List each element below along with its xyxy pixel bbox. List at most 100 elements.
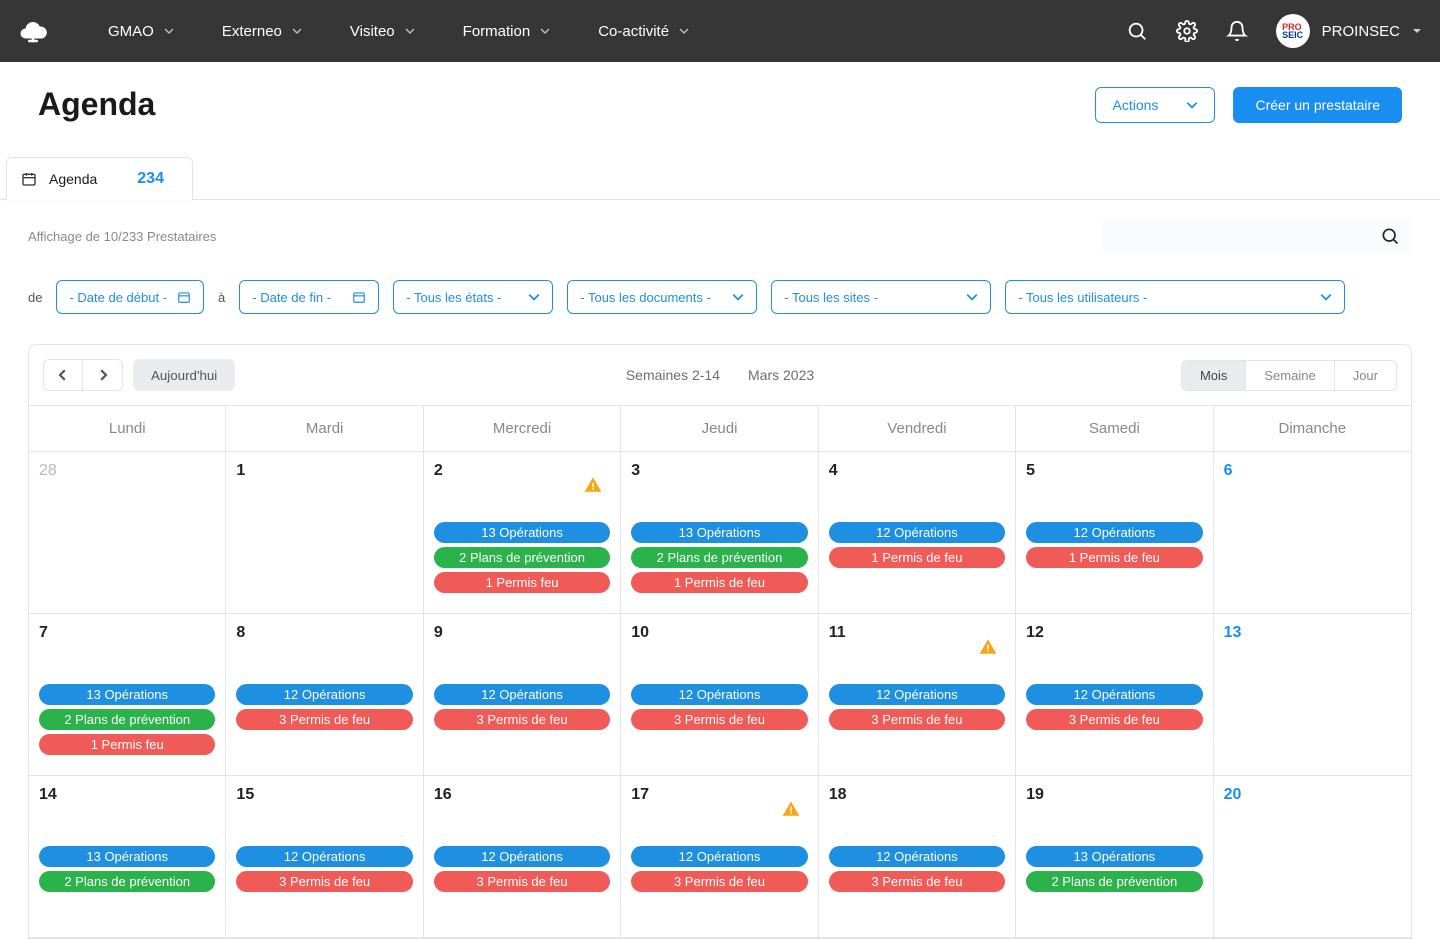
event-pill[interactable]: 2 Plans de prévention [39,871,215,892]
day-cell[interactable]: 812 Opérations3 Permis de feu [226,614,423,776]
day-cell[interactable]: 20 [1214,776,1411,938]
event-pill[interactable]: 12 Opérations [631,846,807,867]
day-cell[interactable]: 18 12 Opérations 3 Permis de feu [819,776,1016,938]
view-semaine[interactable]: Semaine [1245,361,1333,390]
day-cell[interactable]: 10 12 Opérations 3 Permis de feu [621,614,818,776]
event-pill[interactable]: 12 Opérations [434,684,610,705]
event-pill[interactable]: 12 Opérations [236,684,412,705]
event-pill[interactable]: 3 Permis de feu [236,871,412,892]
dayhead: Mardi [226,406,423,452]
event-pill[interactable]: 3 Permis de feu [829,871,1005,892]
actions-dropdown[interactable]: Actions [1095,87,1215,123]
create-prestataire-button[interactable]: Créer un prestataire [1233,87,1402,123]
event-pill[interactable]: 2 Plans de prévention [39,709,215,730]
prev-button[interactable] [43,359,83,391]
day-cell[interactable]: 14 13 Opérations 2 Plans de prévention [29,776,226,938]
day-cell[interactable]: 512 Opérations1 Permis de feu [1016,452,1213,614]
event-pill[interactable]: 12 Opérations [829,522,1005,543]
event-pill[interactable]: 1 Permis feu [39,734,215,755]
day-number: 19 [1026,786,1202,804]
day-cell[interactable]: 7 13 Opérations 2 Plans de prévention 1 Per… [29,614,226,776]
event-pill[interactable]: 13 Opérations [39,846,215,867]
event-pill[interactable]: 12 Opérations [1026,522,1202,543]
bell-icon[interactable] [1226,20,1248,42]
event-pill[interactable]: 2 Plans de prévention [434,547,610,568]
nav-item-gmao[interactable]: GMAO [88,17,194,46]
day-cell[interactable]: 3 13 Opérations 2 Plans de prévention 1 Per… [621,452,818,614]
tab-count: 234 [137,170,164,188]
event-pill[interactable]: 3 Permis de feu [829,709,1005,730]
day-cell[interactable]: 19 13 Opérations 2 Plans de prévention [1016,776,1213,938]
event-pill[interactable]: 3 Permis de feu [631,709,807,730]
event-pill[interactable]: 1 Permis de feu [829,547,1005,568]
filter-states[interactable]: - Tous les états - [393,280,553,314]
event-pill[interactable]: 2 Plans de prévention [631,547,807,568]
nav-item-externeo[interactable]: Externeo [202,17,322,46]
nav-item-formation[interactable]: Formation [443,17,571,46]
filter-sites[interactable]: - Tous les sites - [771,280,991,314]
event-pill[interactable]: 12 Opérations [434,846,610,867]
day-cell[interactable]: 1612 Opérations3 Permis de feu [424,776,621,938]
event-pill[interactable]: 12 Opérations [236,846,412,867]
event-pill[interactable]: 1 Permis de feu [631,572,807,593]
event-pill[interactable]: 3 Permis de feu [631,871,807,892]
day-cell[interactable]: 15 12 Opérations 3 Permis de feu [226,776,423,938]
day-number: 4 [829,462,1005,480]
today-button[interactable]: Aujourd'hui [133,359,235,391]
event-pill[interactable]: 13 Opérations [1026,846,1202,867]
day-number: 1 [236,462,412,480]
day-number: 18 [829,786,1005,804]
month-label: Mars 2023 [748,367,814,383]
calendar-toolbar: Aujourd'hui Semaines 2-14 Mars 2023 Mois… [29,345,1411,406]
filter-users[interactable]: - Tous les utilisateurs - [1005,280,1345,314]
day-number: 13 [1224,624,1401,642]
day-cell[interactable]: 1712 Opérations3 Permis de feu [621,776,818,938]
day-cell[interactable]: 6 [1214,452,1411,614]
event-pill[interactable]: 3 Permis de feu [434,871,610,892]
user-menu[interactable]: PROSEIC PROINSEC [1276,14,1422,48]
top-nav: GMAOExterneoVisiteoFormationCo-activité … [0,0,1440,62]
dayhead: Vendredi [819,406,1016,452]
event-pill[interactable]: 3 Permis de feu [434,709,610,730]
day-number: 10 [631,624,807,642]
day-cell[interactable]: 28 [29,452,226,614]
day-cell[interactable]: 4 12 Opérations 1 Permis de feu [819,452,1016,614]
event-pill[interactable]: 2 Plans de prévention [1026,871,1202,892]
day-cell[interactable]: 1112 Opérations3 Permis de feu [819,614,1016,776]
dayhead: Lundi [29,406,226,452]
filter-end-date[interactable]: - Date de fin - [239,280,379,314]
search-icon[interactable] [1126,20,1148,42]
page-header: Agenda Actions Créer un prestataire [0,62,1440,129]
next-button[interactable] [83,359,123,391]
day-cell[interactable]: 13 [1214,614,1411,776]
day-cell[interactable]: 213 Opérations2 Plans de prévention1 Per… [424,452,621,614]
event-pill[interactable]: 13 Opérations [434,522,610,543]
event-pill[interactable]: 3 Permis de feu [1026,709,1202,730]
view-mois[interactable]: Mois [1182,361,1245,390]
event-pill[interactable]: 12 Opérations [631,684,807,705]
tab-agenda[interactable]: Agenda 234 [6,157,193,200]
event-pill[interactable]: 12 Opérations [829,684,1005,705]
event-pill[interactable]: 13 Opérations [631,522,807,543]
day-cell[interactable]: 912 Opérations3 Permis de feu [424,614,621,776]
view-jour[interactable]: Jour [1334,361,1396,390]
event-pill[interactable]: 12 Opérations [1026,684,1202,705]
search-input[interactable] [1102,218,1412,254]
day-number: 3 [631,462,807,480]
filter-documents[interactable]: - Tous les documents - [567,280,757,314]
filter-start-date[interactable]: - Date de début - [56,280,204,314]
settings-icon[interactable] [1176,20,1198,42]
event-pill[interactable]: 1 Permis de feu [1026,547,1202,568]
user-name: PROINSEC [1322,23,1400,40]
event-pill[interactable]: 1 Permis feu [434,572,610,593]
event-pill[interactable]: 12 Opérations [829,846,1005,867]
nav-item-co-activité[interactable]: Co-activité [578,17,709,46]
day-cell[interactable]: 1 [226,452,423,614]
day-cell[interactable]: 1212 Opérations3 Permis de feu [1016,614,1213,776]
day-number: 14 [39,786,215,804]
day-number: 7 [39,624,215,642]
event-pill[interactable]: 13 Opérations [39,684,215,705]
day-number: 15 [236,786,412,804]
event-pill[interactable]: 3 Permis de feu [236,709,412,730]
nav-item-visiteo[interactable]: Visiteo [330,17,435,46]
